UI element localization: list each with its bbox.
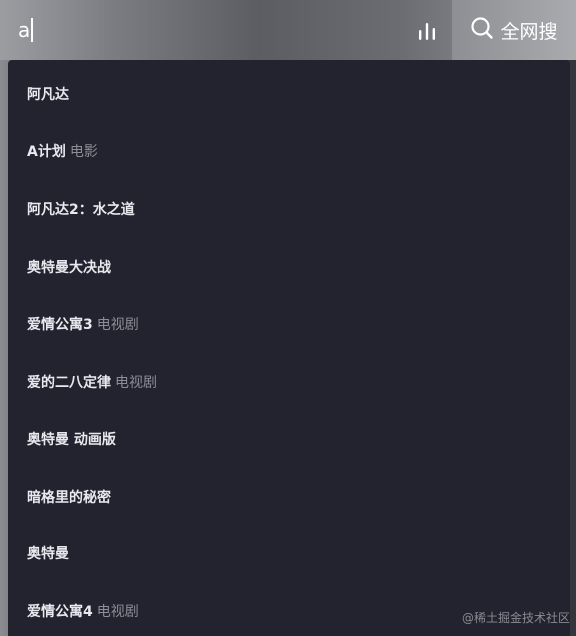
- suggestion-title: 奥特曼: [27, 546, 69, 562]
- suggestion-title: 爱的二八定律: [27, 375, 111, 391]
- suggestion-type-tag: 电视剧: [96, 604, 139, 620]
- suggestion-item[interactable]: 爱情公寓4 电视剧: [27, 599, 139, 623]
- suggestion-type-tag: 电视剧: [96, 317, 139, 333]
- text-caret: [31, 18, 34, 42]
- watermark: @稀土掘金技术社区: [461, 611, 570, 625]
- suggestion-title: 奥特曼大决战: [27, 260, 111, 276]
- suggestion-item[interactable]: 奥特曼 动画版: [27, 427, 116, 451]
- suggestion-title: 阿凡达2：水之道: [27, 202, 135, 218]
- suggestion-title: 爱情公寓4: [27, 604, 93, 620]
- sound-bars-icon[interactable]: [414, 18, 440, 44]
- search-bar: a 全网搜: [0, 0, 576, 60]
- suggestion-item[interactable]: 暗格里的秘密: [27, 485, 111, 509]
- suggestion-item[interactable]: A计划 电影: [27, 139, 98, 163]
- video-page-background: a 全网搜 阿凡达 A计划 电影 阿凡达2：水之道 奥特曼大决战 爱情公寓3 电…: [0, 0, 576, 636]
- suggestion-item[interactable]: 阿凡达2：水之道: [27, 197, 135, 221]
- search-input[interactable]: a: [18, 14, 34, 46]
- suggestion-title: A计划: [27, 144, 66, 160]
- suggestion-title: 暗格里的秘密: [27, 490, 111, 506]
- suggestion-item[interactable]: 阿凡达: [27, 82, 69, 106]
- search-button-label: 全网搜: [500, 20, 558, 43]
- suggestion-item[interactable]: 奥特曼大决战: [27, 255, 111, 279]
- suggestion-item[interactable]: 爱的二八定律 电视剧: [27, 370, 157, 394]
- search-all-button[interactable]: 全网搜: [452, 0, 576, 60]
- suggestion-title: 爱情公寓3: [27, 317, 93, 333]
- search-query-text: a: [18, 18, 31, 42]
- suggestion-dropdown: 阿凡达 A计划 电影 阿凡达2：水之道 奥特曼大决战 爱情公寓3 电视剧 爱的二…: [8, 60, 570, 636]
- suggestion-type-tag: 电视剧: [115, 375, 157, 391]
- suggestion-title: 奥特曼 动画版: [27, 432, 116, 448]
- suggestion-item[interactable]: 奥特曼: [27, 541, 69, 565]
- suggestion-title: 阿凡达: [27, 87, 69, 103]
- search-icon: [470, 16, 494, 45]
- suggestion-type-tag: 电影: [69, 144, 98, 160]
- suggestion-item[interactable]: 爱情公寓3 电视剧: [27, 312, 139, 336]
